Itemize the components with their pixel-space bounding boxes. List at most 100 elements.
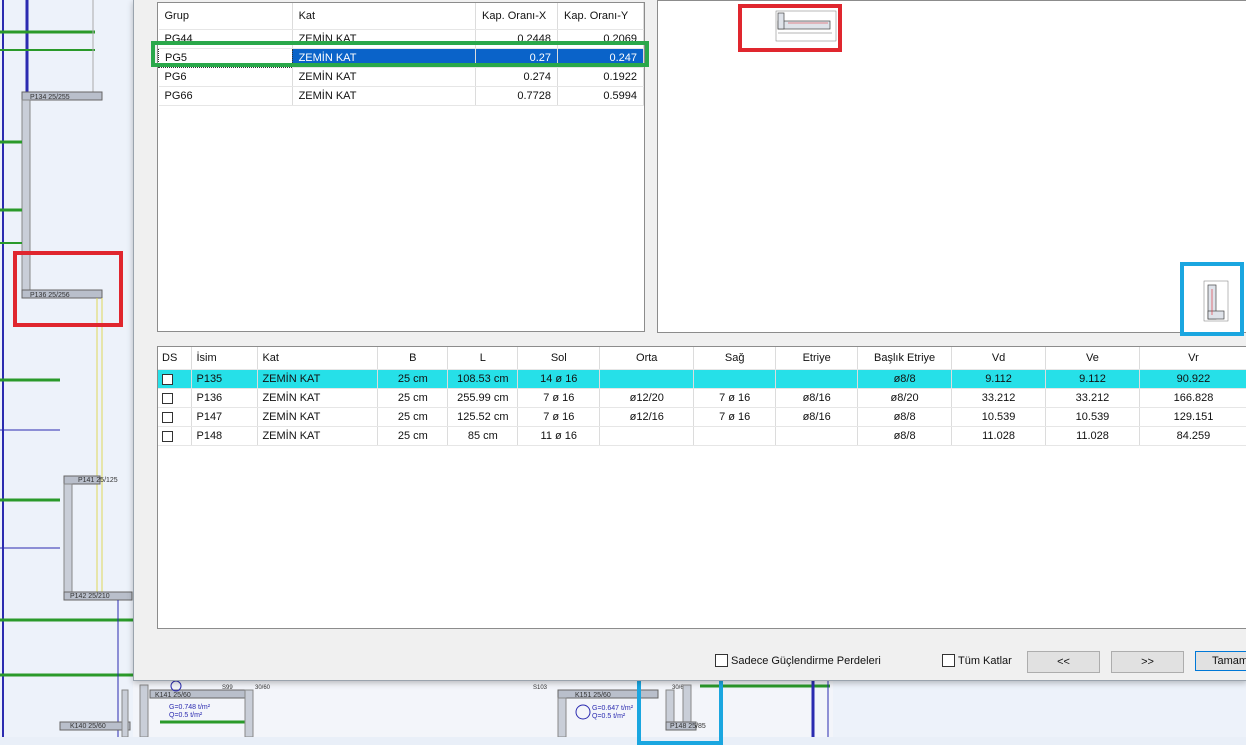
- header-sag[interactable]: Sağ: [693, 347, 777, 370]
- cell-vd: 33.212: [951, 388, 1047, 408]
- header-kat[interactable]: Kat: [292, 3, 477, 30]
- header-vr[interactable]: Vr: [1139, 347, 1246, 370]
- table-row[interactable]: PG6 ZEMİN KAT 0.274 0.1922: [158, 67, 644, 87]
- cad-label-k151: K151 25/60: [575, 692, 611, 699]
- cell-l: 85 cm: [447, 426, 519, 446]
- cell-ve: 9.112: [1045, 369, 1140, 389]
- ds-checkbox[interactable]: [162, 392, 173, 404]
- cell-orta: ø12/16: [599, 407, 695, 427]
- cad-label-p134: P134 25/255: [30, 94, 70, 101]
- table-row[interactable]: PG66 ZEMİN KAT 0.7728 0.5994: [158, 86, 644, 106]
- cell-vr: 84.259: [1139, 426, 1246, 446]
- header-orta[interactable]: Orta: [599, 347, 695, 370]
- wall-grid[interactable]: DS İsim Kat B L Sol Orta Sağ Etriye Başl…: [157, 346, 1246, 629]
- next-button[interactable]: >>: [1111, 651, 1184, 673]
- header-l[interactable]: L: [447, 347, 519, 370]
- cell-isim: P147: [191, 407, 259, 427]
- cell-l: 125.52 cm: [447, 407, 519, 427]
- cell-sag: 7 ø 16: [693, 388, 777, 408]
- cell-sag: [693, 426, 777, 446]
- ok-button[interactable]: Tamam: [1195, 651, 1246, 671]
- header-sol[interactable]: Sol: [517, 347, 601, 370]
- cell-ve: 10.539: [1045, 407, 1140, 427]
- all-floors-label: Tüm Katlar: [958, 654, 1012, 667]
- cad-label-k141: K141 25/60: [155, 692, 191, 699]
- header-vd[interactable]: Vd: [951, 347, 1047, 370]
- ds-checkbox-cell: [158, 369, 193, 389]
- cell-sol: 7 ø 16: [517, 388, 601, 408]
- cell-isim: P136: [191, 388, 259, 408]
- cell-etriye: [775, 369, 859, 389]
- cell-kat: ZEMİN KAT: [292, 29, 477, 49]
- all-floors-box[interactable]: [942, 654, 955, 667]
- cell-etriye: ø8/16: [775, 407, 859, 427]
- cell-ve: 11.028: [1045, 426, 1140, 446]
- table-row[interactable]: P147 ZEMİN KAT 25 cm 125.52 cm 7 ø 16 ø1…: [158, 407, 1246, 427]
- section-preview-panel[interactable]: [657, 0, 1246, 336]
- cell-b: 25 cm: [377, 426, 449, 446]
- cell-vr: 129.151: [1139, 407, 1246, 427]
- cell-etriye: [775, 426, 859, 446]
- header-kat[interactable]: Kat: [257, 347, 379, 370]
- only-retrofit-label: Sadece Güçlendirme Perdeleri: [731, 654, 881, 667]
- preview-svg: [775, 10, 1229, 322]
- only-retrofit-box[interactable]: [715, 654, 728, 667]
- cell-kat: ZEMİN KAT: [292, 86, 477, 106]
- header-kap-y[interactable]: Kap. Oranı-Y: [557, 3, 644, 30]
- cell-l: 255.99 cm: [447, 388, 519, 408]
- group-grid[interactable]: Grup Kat Kap. Oranı-X Kap. Oranı-Y PG44 …: [157, 2, 645, 332]
- cell-grup: PG6: [158, 67, 293, 87]
- header-isim[interactable]: İsim: [191, 347, 259, 370]
- header-baslik-etriye[interactable]: Başlık Etriye: [857, 347, 953, 370]
- cell-sol: 7 ø 16: [517, 407, 601, 427]
- cad-label-p141: P141 25/125: [78, 477, 118, 484]
- cell-b: 25 cm: [377, 388, 449, 408]
- ds-checkbox[interactable]: [162, 411, 173, 423]
- cell-orta: [599, 426, 695, 446]
- cell-grup: PG44: [158, 29, 293, 49]
- cell-kat: ZEMİN KAT: [292, 67, 477, 87]
- cell-grup: PG5: [158, 48, 293, 68]
- table-row-selected[interactable]: PG5 ZEMİN KAT 0.27 0.247: [158, 48, 644, 68]
- cell-orta: ø12/20: [599, 388, 695, 408]
- header-kap-x[interactable]: Kap. Oranı-X: [475, 3, 559, 30]
- header-etriye[interactable]: Etriye: [775, 347, 859, 370]
- ds-checkbox[interactable]: [162, 430, 173, 442]
- cell-isim: P135: [191, 369, 259, 389]
- table-row[interactable]: P148 ZEMİN KAT 25 cm 85 cm 11 ø 16 ø8/8 …: [158, 426, 1246, 446]
- ds-checkbox-cell: [158, 426, 193, 446]
- wall-table-header: DS İsim Kat B L Sol Orta Sağ Etriye Başl…: [158, 347, 1246, 370]
- cell-vd: 10.539: [951, 407, 1047, 427]
- cell-baslik-etriye: ø8/8: [857, 369, 953, 389]
- header-ve[interactable]: Ve: [1045, 347, 1140, 370]
- cell-kap-x: 0.274: [475, 67, 559, 87]
- cad-label-p142: P142 25/210: [70, 593, 110, 600]
- cell-b: 25 cm: [377, 407, 449, 427]
- previous-button[interactable]: <<: [1027, 651, 1100, 673]
- header-ds[interactable]: DS: [158, 347, 193, 370]
- cell-sag: 7 ø 16: [693, 407, 777, 427]
- cad-label-p148: P148 25/85: [670, 723, 706, 730]
- cell-sol: 11 ø 16: [517, 426, 601, 446]
- table-row[interactable]: PG44 ZEMİN KAT 0.2448 0.2069: [158, 29, 644, 49]
- cell-grup: PG66: [158, 86, 293, 106]
- table-row-highlighted[interactable]: P135 ZEMİN KAT 25 cm 108.53 cm 14 ø 16 ø…: [158, 369, 1246, 389]
- table-row[interactable]: P136 ZEMİN KAT 25 cm 255.99 cm 7 ø 16 ø1…: [158, 388, 1246, 408]
- cell-l: 108.53 cm: [447, 369, 519, 389]
- cad-label-dim1: 30/60: [255, 685, 271, 691]
- cell-vd: 9.112: [951, 369, 1047, 389]
- cell-ve: 33.212: [1045, 388, 1140, 408]
- only-retrofit-checkbox[interactable]: Sadece Güçlendirme Perdeleri: [715, 654, 881, 667]
- cell-kat: ZEMİN KAT: [257, 369, 379, 389]
- header-b[interactable]: B: [377, 347, 449, 370]
- cad-label-s99: S99: [222, 685, 233, 691]
- cell-kat: ZEMİN KAT: [257, 407, 379, 427]
- cad-load-g2: G=0.647 t/m²: [592, 705, 634, 712]
- all-floors-checkbox[interactable]: Tüm Katlar: [942, 654, 1012, 667]
- ds-checkbox[interactable]: [162, 373, 173, 385]
- cell-kap-y: 0.2069: [557, 29, 644, 49]
- cell-vd: 11.028: [951, 426, 1047, 446]
- header-grup[interactable]: Grup: [158, 3, 293, 30]
- wall-table: DS İsim Kat B L Sol Orta Sağ Etriye Başl…: [158, 347, 1246, 446]
- cell-baslik-etriye: ø8/20: [857, 388, 953, 408]
